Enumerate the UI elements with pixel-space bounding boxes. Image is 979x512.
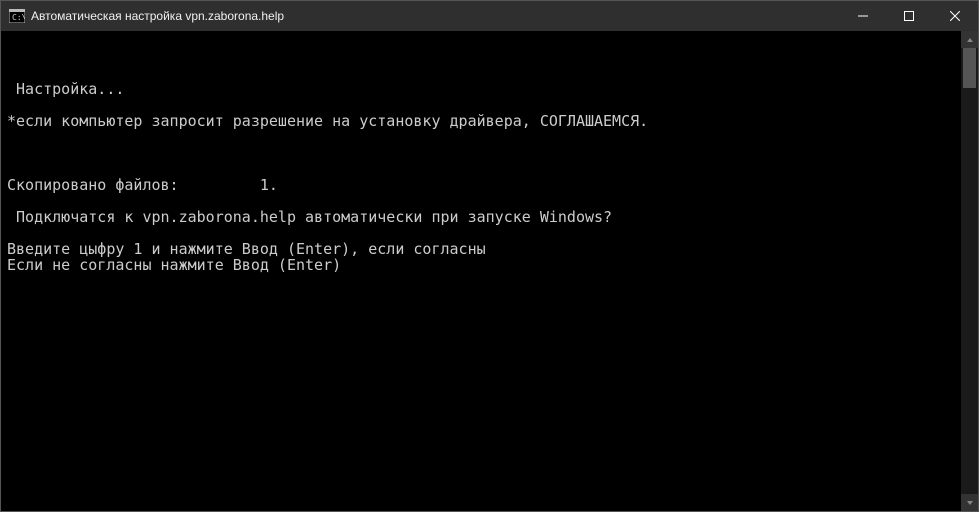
- minimize-button[interactable]: [840, 1, 886, 31]
- close-button[interactable]: [932, 1, 978, 31]
- console-line: Скопировано файлов: 1.: [7, 177, 955, 193]
- scroll-down-button[interactable]: [961, 494, 978, 511]
- console-line: [7, 161, 955, 177]
- console-line: Подключатся к vpn.zaborona.help автомати…: [7, 209, 955, 225]
- console-line: [7, 145, 955, 161]
- client-area: Настройка... *если компьютер запросит ра…: [1, 31, 978, 511]
- titlebar[interactable]: C:\ Автоматическая настройка vpn.zaboron…: [1, 1, 978, 31]
- scroll-up-button[interactable]: [961, 31, 978, 48]
- svg-text:C:\: C:\: [12, 13, 25, 22]
- console-line: [7, 97, 955, 113]
- console-line: [7, 129, 955, 145]
- maximize-button[interactable]: [886, 1, 932, 31]
- scroll-track[interactable]: [961, 48, 978, 494]
- console-line: [7, 193, 955, 209]
- window-title: Автоматическая настройка vpn.zaborona.he…: [31, 9, 284, 23]
- console-line: Настройка...: [7, 81, 955, 97]
- console-line: Если не согласны нажмите Ввод (Enter): [7, 257, 955, 273]
- console-line: [7, 33, 955, 49]
- cmd-icon: C:\: [9, 9, 25, 23]
- scroll-thumb[interactable]: [963, 48, 976, 88]
- console-line: [7, 49, 955, 65]
- console-line: Введите цыфру 1 и нажмите Ввод (Enter), …: [7, 241, 955, 257]
- console-line: [7, 225, 955, 241]
- console-line: *если компьютер запросит разрешение на у…: [7, 113, 955, 129]
- cmd-window: C:\ Автоматическая настройка vpn.zaboron…: [0, 0, 979, 512]
- titlebar-controls: [840, 1, 978, 31]
- console-output[interactable]: Настройка... *если компьютер запросит ра…: [1, 31, 961, 511]
- console-line: [7, 65, 955, 81]
- titlebar-left: C:\ Автоматическая настройка vpn.zaboron…: [1, 9, 840, 23]
- vertical-scrollbar[interactable]: [961, 31, 978, 511]
